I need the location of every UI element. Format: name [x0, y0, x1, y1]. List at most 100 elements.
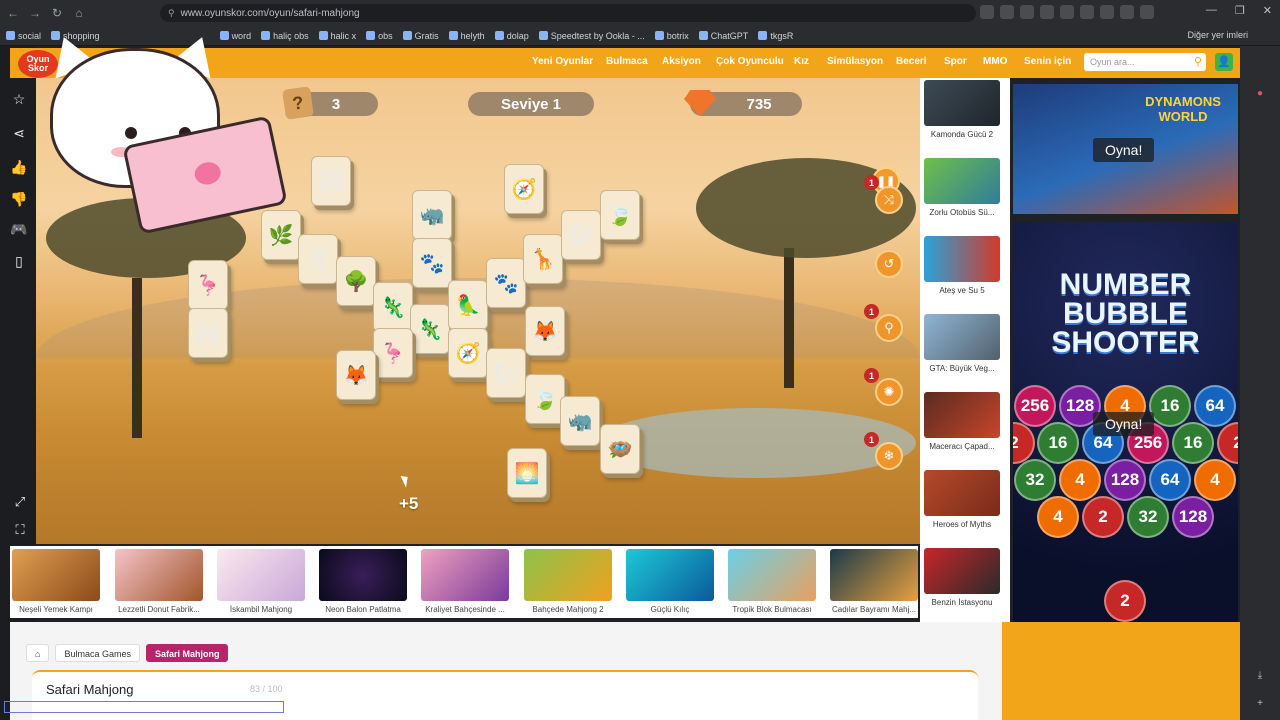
- mahjong-tile[interactable]: 🏝: [298, 234, 338, 284]
- extension-icon[interactable]: [1120, 5, 1134, 19]
- game-thumb[interactable]: Kamonda Gücü 2: [924, 80, 1000, 139]
- mahjong-tile[interactable]: 🐿: [561, 210, 601, 260]
- nav-item-bulmaca[interactable]: Bulmaca: [606, 56, 648, 67]
- game-thumb[interactable]: Güçlü Kılıç: [626, 549, 714, 614]
- extension-icon[interactable]: [1000, 5, 1014, 19]
- extension-icon[interactable]: [980, 5, 994, 19]
- mahjong-tile[interactable]: 🐾: [486, 258, 526, 308]
- reload-icon[interactable]: ↻: [48, 4, 66, 22]
- mahjong-tile[interactable]: 🦊: [525, 306, 565, 356]
- extension-icon[interactable]: ●: [1254, 88, 1266, 100]
- home-icon[interactable]: ⌂: [70, 4, 88, 22]
- extension-icon[interactable]: [1040, 5, 1054, 19]
- game-thumb[interactable]: Heroes of Myths: [924, 470, 1000, 529]
- ad-play-button[interactable]: Oyna!: [1093, 138, 1155, 162]
- extension-icon[interactable]: [1080, 5, 1094, 19]
- mahjong-tile[interactable]: 🦎: [410, 304, 450, 354]
- expand-icon[interactable]: ⤢: [12, 494, 28, 510]
- mahjong-tile[interactable]: 🦎: [373, 282, 413, 332]
- bookmark-item[interactable]: halic x: [318, 31, 356, 41]
- extension-icon[interactable]: [1060, 5, 1074, 19]
- mobile-icon[interactable]: ▯: [10, 252, 28, 270]
- hint-icon[interactable]: ?: [282, 86, 314, 120]
- extension-icon[interactable]: [1140, 5, 1154, 19]
- game-thumb[interactable]: Kraliyet Bahçesinde ...: [421, 549, 509, 614]
- back-icon[interactable]: ←: [4, 4, 22, 22]
- game-thumb[interactable]: Benzin İstasyonu: [924, 548, 1000, 607]
- mahjong-tile[interactable]: 🦩: [373, 328, 413, 378]
- bookmark-item[interactable]: botrix: [654, 31, 689, 41]
- mahjong-tile[interactable]: 🦒: [523, 234, 563, 284]
- nav-item-spor[interactable]: Spor: [944, 56, 967, 67]
- share-icon[interactable]: ⋖: [10, 124, 28, 142]
- mahjong-tile[interactable]: 🦊: [336, 350, 376, 400]
- game-thumb[interactable]: Bahçede Mahjong 2: [524, 549, 612, 614]
- mahjong-tile[interactable]: 🍃: [525, 374, 565, 424]
- nav-item-aksiyon[interactable]: Aksiyon: [662, 56, 701, 67]
- mahjong-tile[interactable]: 🏞: [311, 156, 351, 206]
- mahjong-tile[interactable]: 🦜: [448, 280, 488, 330]
- mahjong-tile[interactable]: 🐿: [486, 348, 526, 398]
- game-thumb[interactable]: Neşeli Yemek Kampı: [12, 549, 100, 614]
- dislike-icon[interactable]: 👎: [10, 190, 28, 208]
- like-icon[interactable]: 👍: [10, 158, 28, 176]
- game-thumb[interactable]: Zorlu Otobüs Sü...: [924, 158, 1000, 217]
- bookmark-item[interactable]: obs: [366, 31, 393, 41]
- game-thumb[interactable]: Lezzetli Donut Fabrik...: [115, 549, 203, 614]
- mahjong-tile[interactable]: 🧭: [448, 328, 488, 378]
- game-thumb[interactable]: Tropik Blok Bulmacası: [728, 549, 816, 614]
- fullscreen-icon[interactable]: ⛶: [12, 522, 28, 538]
- ad-banner-number-bubble[interactable]: NUMBER BUBBLE SHOOTER 256 128 4 16 64 2 …: [1013, 222, 1238, 622]
- mahjong-tile[interactable]: 🦏: [412, 190, 452, 240]
- undo-button[interactable]: ↺: [875, 250, 903, 278]
- nav-item-kiz[interactable]: Kız: [794, 56, 809, 67]
- address-bar[interactable]: ⚲ www.oyunskor.com/oyun/safari-mahjong: [160, 4, 976, 22]
- search-icon[interactable]: ⚲: [1194, 55, 1202, 68]
- nav-item-cok-oyunculu[interactable]: Çok Oyunculu: [716, 56, 784, 67]
- ad-play-button[interactable]: Oyna!: [1093, 412, 1155, 436]
- mahjong-tile[interactable]: 🪺: [600, 424, 640, 474]
- game-thumb[interactable]: Maceracı Çapad...: [924, 392, 1000, 451]
- freeze-button[interactable]: ❄: [875, 442, 903, 470]
- nav-item-senin-icin[interactable]: Senin için: [1024, 56, 1071, 67]
- download-icon[interactable]: ⤓: [1254, 670, 1266, 682]
- game-thumb[interactable]: Cadılar Bayramı Mahj...: [830, 549, 918, 614]
- extension-icon[interactable]: [1100, 5, 1114, 19]
- other-bookmarks[interactable]: Diğer yer imleri: [1187, 30, 1248, 40]
- mahjong-tile[interactable]: 🌅: [507, 448, 547, 498]
- bookmark-item[interactable]: dolap: [494, 31, 529, 41]
- game-thumb[interactable]: GTA: Büyük Veg...: [924, 314, 1000, 373]
- mahjong-tile[interactable]: 🍃: [600, 190, 640, 240]
- mahjong-tile[interactable]: 🧭: [504, 164, 544, 214]
- minimize-icon[interactable]: —: [1206, 4, 1217, 17]
- gamepad-icon[interactable]: 🎮: [10, 220, 28, 238]
- breadcrumb-home[interactable]: ⌂: [26, 644, 50, 662]
- bookmark-item[interactable]: Speedtest by Ookla - ...: [538, 31, 645, 41]
- nav-item-beceri[interactable]: Beceri: [896, 56, 927, 67]
- bookmark-item[interactable]: Gratis: [402, 31, 439, 41]
- bookmark-item[interactable]: helyth: [448, 31, 485, 41]
- mahjong-tile[interactable]: 🌳: [336, 256, 376, 306]
- mahjong-tile[interactable]: 🦏: [560, 396, 600, 446]
- game-thumb[interactable]: İskambil Mahjong: [217, 549, 305, 614]
- maximize-icon[interactable]: ❐: [1235, 4, 1245, 17]
- nav-item-simulasyon[interactable]: Simülasyon: [827, 56, 883, 67]
- breadcrumb-category[interactable]: Bulmaca Games: [55, 644, 140, 662]
- game-thumb[interactable]: Neon Balon Patlatma: [319, 549, 407, 614]
- mahjong-tile[interactable]: 🦩: [188, 260, 228, 310]
- nav-item-mmo[interactable]: MMO: [983, 56, 1007, 67]
- close-icon[interactable]: ✕: [1263, 4, 1272, 17]
- user-icon[interactable]: 👤: [1215, 53, 1233, 71]
- ad-banner-dynamons[interactable]: DYNAMONS WORLD Oyna!: [1013, 84, 1238, 214]
- mahjong-tile[interactable]: 🐾: [412, 238, 452, 288]
- game-thumb[interactable]: Ateş ve Su 5: [924, 236, 1000, 295]
- lightbulb-button[interactable]: ✺: [875, 378, 903, 406]
- site-info-icon[interactable]: ⚲: [168, 8, 175, 19]
- bookmark-item[interactable]: ChatGPT: [698, 31, 748, 41]
- bookmark-item[interactable]: tkgsR: [758, 31, 793, 41]
- search-input[interactable]: Oyun ara... ⚲: [1084, 53, 1206, 71]
- mahjong-tile[interactable]: 🏞: [188, 308, 228, 358]
- star-icon[interactable]: ☆: [10, 90, 28, 108]
- hint-search-button[interactable]: ⚲: [875, 314, 903, 342]
- extension-icon[interactable]: [1020, 5, 1034, 19]
